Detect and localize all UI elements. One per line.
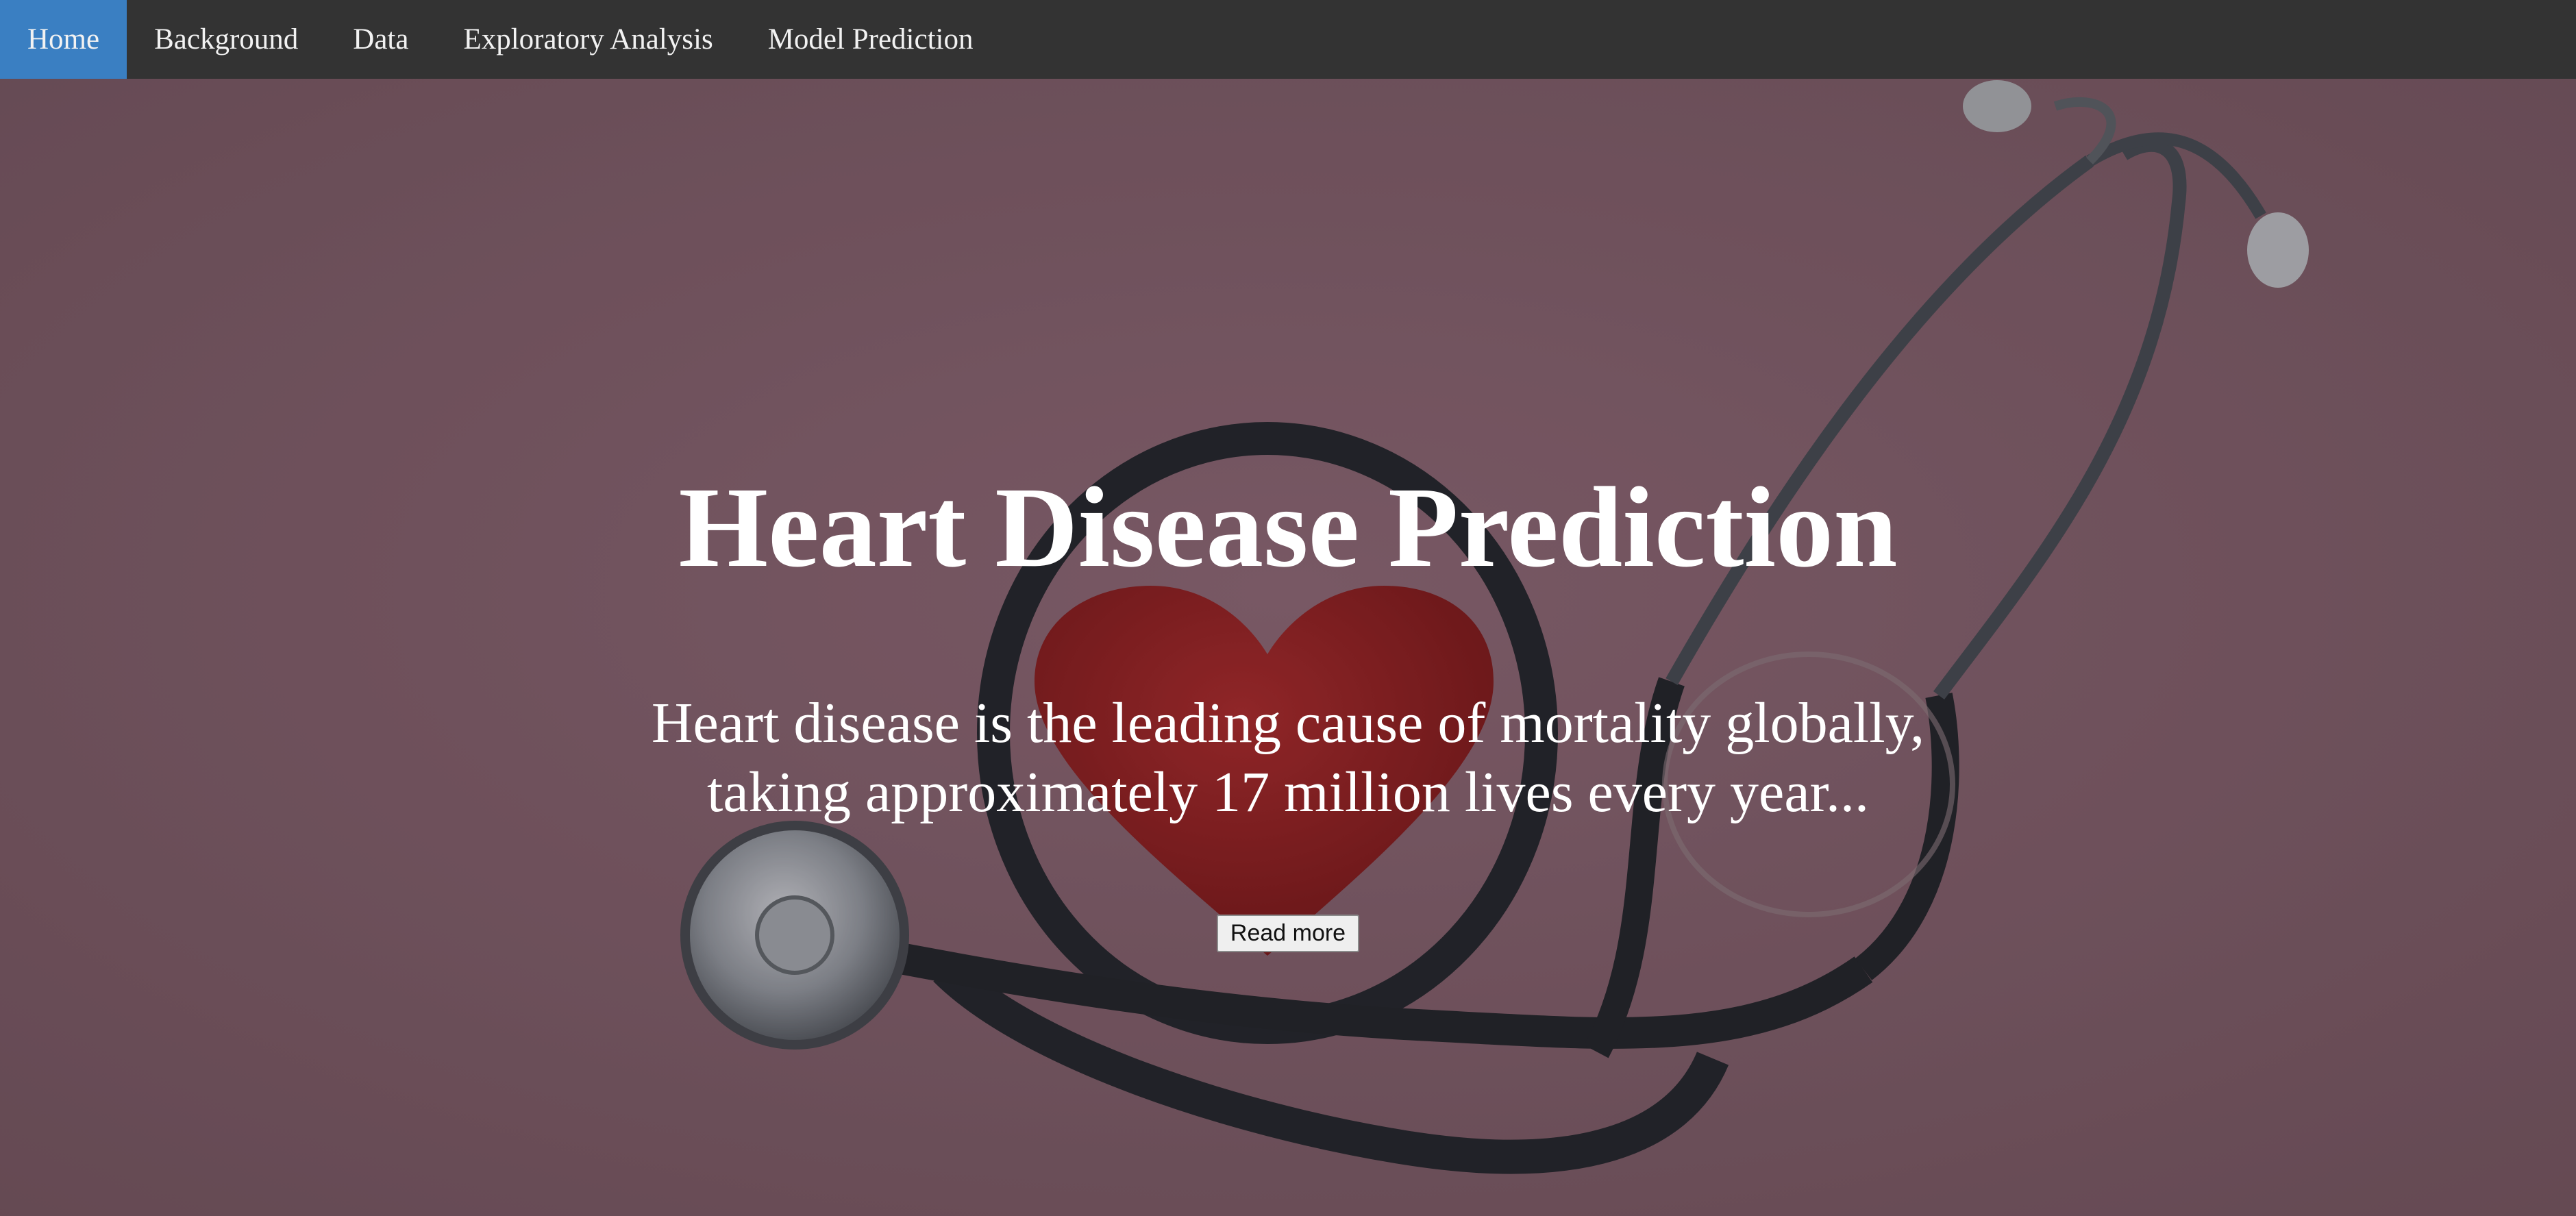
hero-content: Heart Disease Prediction Heart disease i…	[617, 462, 1959, 952]
nav-data[interactable]: Data	[325, 0, 436, 79]
hero-description: Heart disease is the leading cause of mo…	[651, 691, 1925, 824]
nav-model-prediction[interactable]: Model Prediction	[741, 0, 1001, 79]
read-more-button[interactable]: Read more	[1216, 915, 1360, 952]
nav-exploratory-analysis[interactable]: Exploratory Analysis	[436, 0, 740, 79]
nav-home[interactable]: Home	[0, 0, 127, 79]
top-navbar: Home Background Data Exploratory Analysi…	[0, 0, 2576, 79]
hero-title: Heart Disease Prediction	[678, 464, 1898, 591]
nav-background[interactable]: Background	[127, 0, 325, 79]
hero-section: Heart Disease Prediction Heart disease i…	[0, 79, 2576, 1216]
